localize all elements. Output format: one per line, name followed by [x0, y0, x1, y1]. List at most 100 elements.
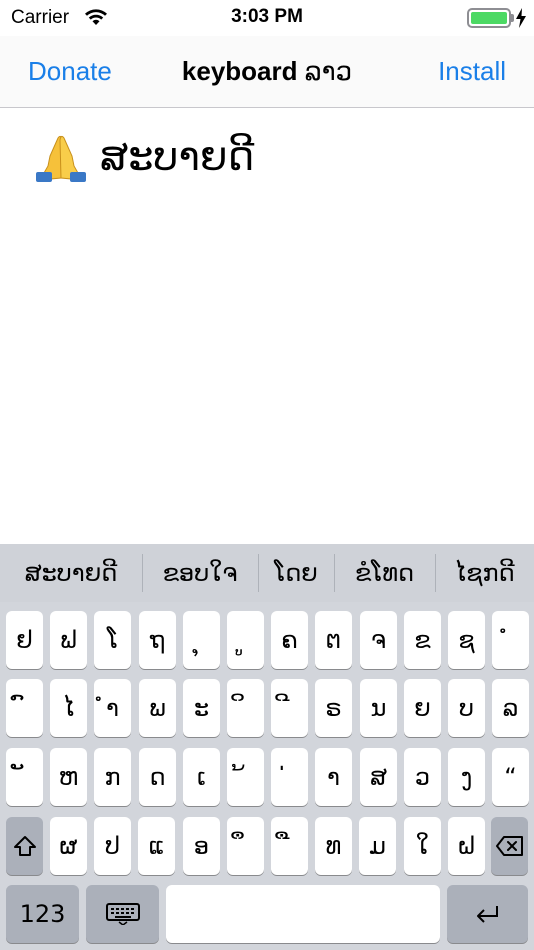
key-label: ນ — [370, 694, 387, 722]
key-char[interactable]: ຖ — [139, 611, 176, 669]
key-label: ຂ — [414, 626, 431, 654]
key-char[interactable]: ງ — [448, 748, 485, 806]
suggestion-item[interactable]: ຂອບໃຈ — [142, 544, 258, 602]
key-label: ຄ — [281, 626, 298, 654]
key-char[interactable]: ້ — [227, 748, 264, 806]
key-char[interactable]: ິ — [227, 679, 264, 737]
key-char[interactable]: ພ — [139, 679, 176, 737]
suggestion-bar: ສະບາຍດີ ຂອບໃຈ ໂດຍ ຂໍໂທດ ໄຊກດີ — [0, 544, 534, 602]
key-char[interactable]: ໃ — [404, 817, 441, 875]
key-char[interactable]: ຊ — [448, 611, 485, 669]
key-char[interactable]: ປ — [94, 817, 131, 875]
key-label: ວ — [414, 763, 431, 791]
text-editor[interactable]: ສະບາຍດີ — [0, 108, 534, 544]
key-char[interactable]: ກ — [94, 748, 131, 806]
key-char[interactable]: ຂ — [404, 611, 441, 669]
charging-bolt-icon — [516, 8, 526, 28]
key-label: ກ — [104, 763, 121, 791]
editor-text-line[interactable]: ສະບາຍດີ — [34, 132, 254, 182]
key-char[interactable]: ແ — [138, 817, 175, 875]
backspace-key[interactable] — [491, 817, 528, 875]
keyboard-icon — [105, 903, 140, 925]
key-char[interactable]: ຸ — [183, 611, 220, 669]
key-label: ງ — [460, 763, 473, 791]
suggestion-item[interactable]: ຂໍໂທດ — [334, 544, 435, 602]
space-key[interactable] — [166, 885, 440, 943]
key-label: ພ — [149, 694, 166, 722]
suggestion-item[interactable]: ໄຊກດີ — [435, 544, 534, 602]
key-char[interactable]: ຟ — [50, 611, 87, 669]
key-label: ຍ — [414, 694, 431, 722]
key-char[interactable]: ວ — [404, 748, 441, 806]
key-label: ເ — [197, 763, 206, 791]
folded-hands-icon — [36, 135, 86, 182]
key-char[interactable]: ອ — [183, 817, 220, 875]
key-char[interactable]: ຳ — [94, 679, 131, 737]
key-char[interactable]: ດ — [139, 748, 176, 806]
key-char[interactable]: ທ — [315, 817, 352, 875]
key-char[interactable]: ສ — [360, 748, 397, 806]
key-label: ໃ — [415, 832, 430, 860]
key-char[interactable]: ຕ — [315, 611, 352, 669]
key-char[interactable]: ຝ — [448, 817, 485, 875]
key-label: ມ — [369, 832, 386, 860]
key-char[interactable]: ນ — [360, 679, 397, 737]
key-char[interactable]: ບ — [448, 679, 485, 737]
lao-keyboard: ສະບາຍດີຂອບໃຈໂດຍຂໍໂທດໄຊກດີ ຢຟໂຖຸູຄຕຈຂຊໍົໄ… — [0, 544, 534, 950]
shift-key[interactable] — [6, 817, 43, 875]
key-char[interactable]: ຜ — [50, 817, 87, 875]
battery-fill — [471, 12, 507, 24]
return-icon — [476, 906, 498, 923]
key-char[interactable]: ່ — [271, 748, 308, 806]
suggestion-item[interactable]: ສະບາຍດີ — [0, 544, 142, 602]
key-label: ອ — [193, 832, 210, 860]
key-char[interactable]: ໄ — [50, 679, 87, 737]
key-char[interactable]: າ — [315, 748, 352, 806]
key-char[interactable]: ຍ — [404, 679, 441, 737]
key-char[interactable]: ເ — [183, 748, 220, 806]
key-label: ໂ — [106, 626, 119, 654]
shift-icon — [13, 836, 36, 856]
battery-cap — [511, 14, 514, 22]
suggestion-item[interactable]: ໂດຍ — [258, 544, 334, 602]
numbers-key-label: 123 — [19, 900, 66, 928]
numbers-key[interactable]: 123 — [6, 885, 79, 943]
key-char[interactable]: ຫ — [50, 748, 87, 806]
key-label: າ — [327, 763, 340, 791]
key-label: ປ — [105, 832, 120, 860]
install-button[interactable]: Install — [438, 56, 506, 87]
key-char[interactable]: ົ — [6, 679, 43, 737]
key-label: ຕ — [325, 626, 342, 654]
key-char[interactable]: ະ — [183, 679, 220, 737]
key-char[interactable]: ໂ — [94, 611, 131, 669]
key-char[interactable]: ຢ — [6, 611, 43, 669]
key-label: ຖ — [149, 626, 166, 654]
key-label: ຳ — [106, 694, 119, 722]
key-char[interactable]: ັ — [6, 748, 43, 806]
key-char[interactable]: ຄ — [271, 611, 308, 669]
key-char[interactable]: ຈ — [360, 611, 397, 669]
key-label: ຢ — [16, 626, 33, 654]
key-char[interactable]: ູ — [227, 611, 264, 669]
key-char[interactable]: ຣ — [315, 679, 352, 737]
key-char[interactable]: “ — [492, 748, 529, 806]
key-label: ລ — [502, 694, 519, 722]
key-char[interactable]: ີ — [271, 679, 308, 737]
key-label: ທ — [325, 832, 342, 860]
key-label: ຜ — [59, 832, 78, 860]
key-label: ຫ — [58, 763, 79, 791]
key-char[interactable]: ມ — [359, 817, 396, 875]
key-char[interactable]: ໍ — [492, 611, 529, 669]
key-char[interactable]: ລ — [492, 679, 529, 737]
page-title-lao: ລາວ — [297, 56, 353, 86]
key-label: ຝ — [457, 832, 476, 860]
key-label: ບ — [459, 694, 474, 722]
key-label: ຟ — [60, 626, 77, 654]
backspace-icon — [495, 836, 523, 856]
next-keyboard-key[interactable] — [86, 885, 159, 943]
return-key[interactable] — [447, 885, 528, 943]
key-char[interactable]: ື — [271, 817, 308, 875]
editor-text: ສະບາຍດີ — [100, 134, 255, 180]
key-char[interactable]: ຶ — [227, 817, 264, 875]
key-label: ດ — [149, 763, 166, 791]
